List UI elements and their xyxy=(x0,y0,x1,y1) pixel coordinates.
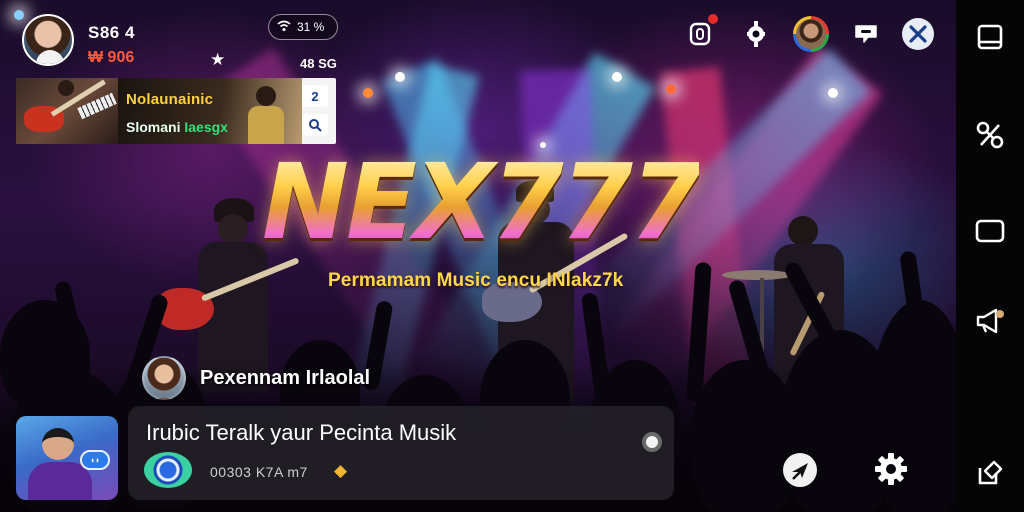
now-playing-title: Nolaunainic xyxy=(126,91,214,108)
artist-highlight: Iaesgx xyxy=(184,119,228,135)
search-button[interactable] xyxy=(302,114,328,136)
gear-button[interactable] xyxy=(742,20,770,48)
star-icon[interactable]: ★ xyxy=(210,50,225,70)
user-avatar[interactable] xyxy=(22,14,74,66)
nav-megaphone[interactable] xyxy=(973,304,1007,338)
profile-avatar[interactable] xyxy=(793,16,829,52)
mic-badge-icon: ◖◗ xyxy=(80,450,110,470)
now-playing-info: Nolaunainic Slomani Iaesgx xyxy=(118,78,302,144)
now-playing-thumbnail xyxy=(16,78,118,144)
gear-icon xyxy=(747,21,765,47)
comment-meta: 00303 K7A m7 xyxy=(210,464,308,480)
nav-window[interactable] xyxy=(973,214,1007,248)
tag-icon xyxy=(978,460,1003,485)
share-button[interactable] xyxy=(783,453,817,487)
chat-button[interactable] xyxy=(852,20,880,48)
signal-text: 31 % xyxy=(297,20,325,34)
status-coin-value: ₩ 906 xyxy=(88,49,135,66)
signal-indicator: 31 % xyxy=(268,14,338,40)
brand-logo: NEX777 xyxy=(262,141,702,263)
wifi-icon xyxy=(277,20,291,35)
now-playing-artist: Slomani Iaesgx xyxy=(126,119,228,135)
settings-button[interactable] xyxy=(874,452,908,486)
close-icon xyxy=(909,25,927,43)
nav-square-tab[interactable] xyxy=(973,20,1007,54)
scissors-icon xyxy=(976,121,1004,149)
queue-number-button[interactable]: 2 xyxy=(302,85,328,107)
right-navigation-bar xyxy=(956,0,1024,512)
nav-scissors[interactable] xyxy=(973,118,1007,152)
music-app-icon xyxy=(144,452,192,488)
comment-text: Irubic Teralk yaur Pecinta Musik xyxy=(146,420,457,445)
radio-toggle[interactable] xyxy=(642,432,662,452)
notification-button[interactable] xyxy=(686,20,714,48)
share-icon xyxy=(792,463,808,480)
close-button[interactable] xyxy=(902,18,934,50)
nav-tag[interactable] xyxy=(973,456,1007,490)
chat-bubble-icon xyxy=(855,25,877,43)
viewer-count: 48 SG xyxy=(300,56,337,71)
diamond-icon: ◆ xyxy=(334,461,348,480)
notification-badge xyxy=(708,14,718,24)
notification-icon xyxy=(689,22,711,46)
square-tab-icon xyxy=(977,24,1003,50)
viewer-video-thumbnail[interactable]: ◖◗ xyxy=(16,416,118,500)
status-main-value: S86 4 xyxy=(88,23,135,42)
host-name: Pexennam Irlaolal xyxy=(200,367,371,389)
comment-card[interactable]: Irubic Teralk yaur Pecinta Musik 00303 K… xyxy=(128,406,674,500)
now-playing-card[interactable]: Nolaunainic Slomani Iaesgx 2 xyxy=(16,78,336,144)
search-icon xyxy=(309,119,322,132)
host-avatar[interactable] xyxy=(142,356,186,400)
window-icon xyxy=(975,219,1005,243)
brand-tagline: Permamam Music encu INlakz7k xyxy=(328,270,624,291)
settings-icon xyxy=(875,453,907,485)
megaphone-icon xyxy=(976,308,1004,334)
drum-cymbal xyxy=(722,270,792,280)
artist-photo xyxy=(244,86,288,144)
artist-name: Slomani xyxy=(126,119,185,135)
